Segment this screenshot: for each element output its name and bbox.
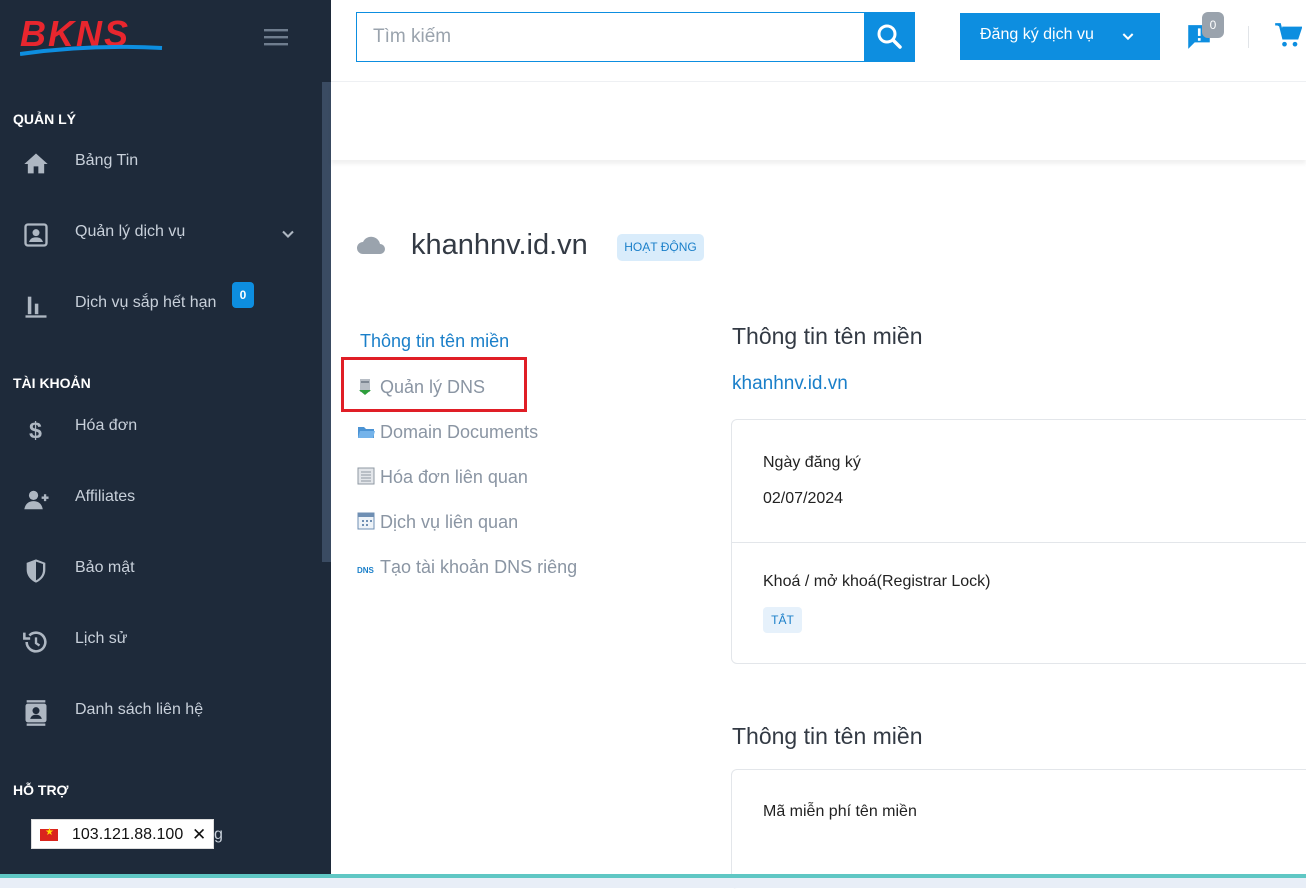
tab-label: Domain Documents xyxy=(380,422,539,442)
section-heading-domain-info: Thông tin tên miền xyxy=(732,323,923,349)
add-user-icon xyxy=(22,486,50,514)
sidebar-item-invoices[interactable]: $ Hóa đơn xyxy=(0,402,320,452)
folder-icon xyxy=(357,424,376,440)
sidebar: BKNS QUẢN LÝ Bảng Tin Quản lý dịch vụ Dị… xyxy=(0,0,331,875)
id-card-icon xyxy=(22,221,50,249)
tab-domain-documents[interactable]: Domain Documents xyxy=(357,422,538,443)
sidebar-item-label: Bảng Tin xyxy=(75,152,139,169)
domain-title: khanhnv.id.vn xyxy=(411,229,588,261)
sidebar-item-services[interactable]: Quản lý dịch vụ xyxy=(0,208,320,258)
sidebar-item-label: Quản lý dịch vụ xyxy=(75,223,186,240)
history-icon xyxy=(22,628,50,656)
register-service-button[interactable]: Đăng ký dịch vụ xyxy=(960,13,1160,60)
chevron-down-icon xyxy=(1122,33,1134,41)
search-icon xyxy=(877,24,902,49)
hamburger-menu-icon[interactable] xyxy=(262,26,294,50)
home-icon xyxy=(22,150,50,178)
invoice-icon xyxy=(357,467,376,485)
tab-label: Hóa đơn liên quan xyxy=(380,467,528,487)
bkns-logo[interactable]: BKNS xyxy=(19,13,165,62)
dns-icon: DNS xyxy=(357,559,376,575)
shield-icon xyxy=(22,557,50,585)
sidebar-item-history[interactable]: Lịch sử xyxy=(0,615,320,665)
reg-date-label: Ngày đăng ký xyxy=(763,454,861,471)
tab-domain-info[interactable]: Thông tin tên miền xyxy=(360,331,509,352)
calendar-icon xyxy=(357,512,376,530)
registrar-lock-status-badge: TẮT xyxy=(763,607,802,633)
sidebar-item-label: Bảo mật xyxy=(75,559,135,576)
sidebar-item-dashboard[interactable]: Bảng Tin xyxy=(0,137,320,187)
card-divider xyxy=(732,542,1306,543)
tab-create-dns-account[interactable]: DNS Tạo tài khoản DNS riêng xyxy=(357,557,577,578)
domain-link[interactable]: khanhnv.id.vn xyxy=(732,373,848,395)
sidebar-scrollbar[interactable] xyxy=(322,82,331,562)
cart-icon[interactable] xyxy=(1274,22,1303,50)
sidebar-item-label: Lịch sử xyxy=(75,630,128,647)
expiring-count-badge: 0 xyxy=(232,282,254,308)
sidebar-item-expiring[interactable]: Dịch vụ sắp hết hạn xyxy=(0,279,320,329)
tab-related-services[interactable]: Dịch vụ liên quan xyxy=(357,512,518,533)
reg-date-value: 02/07/2024 xyxy=(763,490,844,507)
contacts-icon xyxy=(22,699,50,727)
bar-chart-icon xyxy=(22,292,50,320)
close-icon[interactable]: ✕ xyxy=(192,825,206,845)
tab-label: Thông tin tên miền xyxy=(360,331,510,351)
search-field[interactable] xyxy=(356,12,866,62)
register-service-label: Đăng ký dịch vụ xyxy=(980,26,1094,43)
ip-address-text: 103.121.88.100 xyxy=(72,826,184,843)
support-item-label-fragment: g xyxy=(214,826,223,843)
search-input[interactable] xyxy=(357,13,866,61)
sidebar-item-contacts[interactable]: Danh sách liên hệ xyxy=(0,686,320,736)
sidebar-item-label: Danh sách liên hệ xyxy=(75,701,204,718)
ip-address-popup: ★ 103.121.88.100 ✕ xyxy=(31,819,214,849)
search-button[interactable] xyxy=(864,12,915,62)
free-code-card: Mã miễn phí tên miền xyxy=(731,769,1306,889)
status-badge: HOẠT ĐỘNG xyxy=(617,234,704,261)
tab-label: Dịch vụ liên quan xyxy=(380,512,519,532)
registrar-lock-label: Khoá / mở khoá(Registrar Lock) xyxy=(763,573,991,590)
section-heading-domain-info-2: Thông tin tên miền xyxy=(732,723,923,749)
message-count-badge: 0 xyxy=(1202,12,1224,38)
vietnam-flag-icon: ★ xyxy=(40,827,58,841)
sidebar-item-label: Dịch vụ sắp hết hạn xyxy=(75,294,217,311)
domain-info-card: Ngày đăng ký 02/07/2024 Khoá / mở khoá(R… xyxy=(731,419,1306,664)
free-code-label: Mã miễn phí tên miền xyxy=(763,803,917,820)
tab-label: Tạo tài khoản DNS riêng xyxy=(380,557,578,577)
sidebar-item-label: Affiliates xyxy=(75,488,136,505)
sidebar-item-affiliates[interactable]: Affiliates xyxy=(0,473,320,523)
svg-text:$: $ xyxy=(29,417,42,443)
topbar-divider xyxy=(1248,26,1249,48)
dollar-icon: $ xyxy=(22,415,50,443)
section-title-account: TÀI KHOẢN xyxy=(13,375,91,391)
cloud-icon xyxy=(355,232,387,258)
chevron-down-icon[interactable] xyxy=(278,224,298,244)
section-title-support: HỖ TRỢ xyxy=(13,782,69,798)
window-bottom-edge xyxy=(0,874,1306,888)
section-title-manage: QUẢN LÝ xyxy=(13,111,76,127)
sidebar-item-security[interactable]: Bảo mật xyxy=(0,544,320,594)
sidebar-item-label: Hóa đơn xyxy=(75,417,138,434)
header-band xyxy=(331,82,1306,160)
highlight-annotation xyxy=(341,357,527,412)
svg-text:DNS: DNS xyxy=(357,566,375,575)
tab-related-invoices[interactable]: Hóa đơn liên quan xyxy=(357,467,528,488)
